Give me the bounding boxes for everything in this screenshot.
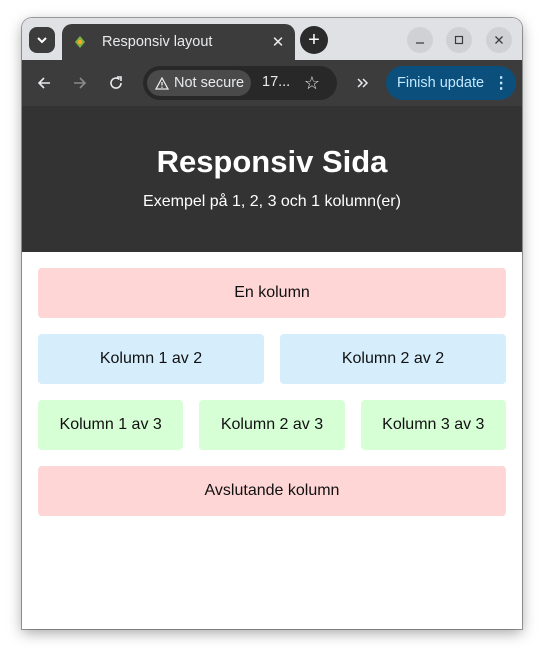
reload-icon[interactable] (104, 71, 128, 95)
close-icon[interactable]: ✕ (267, 31, 289, 53)
security-chip[interactable]: Not secure (147, 70, 251, 96)
extensions-icon[interactable] (351, 71, 375, 95)
column-1-of-2: Kolumn 1 av 2 (38, 334, 264, 384)
column-final: Avslutande kolumn (38, 466, 506, 516)
browser-window: Responsiv layout ✕ + Not secure 17... ☆ … (22, 18, 522, 629)
warning-icon (155, 76, 169, 90)
favicon-icon (72, 34, 88, 50)
star-icon[interactable]: ☆ (301, 72, 323, 94)
column-1-of-3: Kolumn 1 av 3 (38, 400, 184, 450)
update-label: Finish update (397, 75, 485, 91)
security-label: Not secure (174, 75, 245, 91)
new-tab-icon[interactable]: + (300, 26, 328, 54)
toolbar: Not secure 17... ☆ Finish update ⋮ (22, 60, 522, 106)
page-content: Responsiv Sida Exempel på 1, 2, 3 och 1 … (22, 106, 522, 629)
tab-bar: Responsiv layout ✕ + (22, 18, 522, 60)
forward-icon[interactable] (68, 71, 92, 95)
page-title: Responsiv Sida (156, 144, 388, 179)
column-2-of-2: Kolumn 2 av 2 (280, 334, 506, 384)
row-final-column: Avslutande kolumn (38, 466, 506, 516)
url-text[interactable]: 17... (262, 74, 290, 90)
column-full: En kolumn (38, 268, 506, 318)
page-subtitle: Exempel på 1, 2, 3 och 1 kolumn(er) (143, 193, 401, 210)
address-bar[interactable]: Not secure 17... ☆ (143, 66, 337, 100)
tab-active[interactable]: Responsiv layout ✕ (62, 24, 295, 60)
tab-title: Responsiv layout (102, 34, 213, 50)
maximize-icon[interactable] (446, 27, 472, 53)
tab-search-icon[interactable] (29, 27, 55, 53)
window-close-icon[interactable] (486, 27, 512, 53)
row-three-columns: Kolumn 1 av 3 Kolumn 2 av 3 Kolumn 3 av … (38, 400, 506, 450)
finish-update-button[interactable]: Finish update ⋮ (386, 66, 516, 100)
row-one-column: En kolumn (38, 268, 506, 318)
page-header: Responsiv Sida Exempel på 1, 2, 3 och 1 … (22, 106, 522, 252)
column-3-of-3: Kolumn 3 av 3 (360, 400, 506, 450)
menu-dots-icon[interactable]: ⋮ (493, 73, 509, 93)
back-icon[interactable] (32, 71, 56, 95)
minimize-icon[interactable] (407, 27, 433, 53)
row-two-columns: Kolumn 1 av 2 Kolumn 2 av 2 (38, 334, 506, 384)
column-2-of-3: Kolumn 2 av 3 (199, 400, 345, 450)
